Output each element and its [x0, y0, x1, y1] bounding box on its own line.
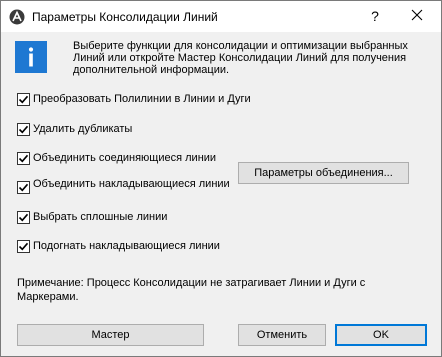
option-merge-overlapping[interactable]: Объединить накладывающиеся линии [17, 178, 233, 194]
consolidation-dialog: Параметры Консолидации Линий ? Выберите … [0, 0, 442, 357]
option-label: Удалить дубликаты [33, 123, 133, 135]
checkbox[interactable] [17, 181, 30, 194]
option-label: Подогнать накладывающиеся линии [33, 240, 220, 252]
option-label: Выбрать сплошные линии [33, 211, 168, 223]
wizard-button[interactable]: Мастер [17, 324, 204, 346]
note-text: Примечание: Процесс Консолидации не затр… [17, 277, 366, 303]
option-merge-connecting[interactable]: Объединить соединяющиеся линии [17, 152, 216, 165]
checkmark-icon [18, 154, 29, 163]
option-convert-polylines[interactable]: Преобразовать Полилинии в Линии и Дуги [17, 93, 251, 106]
merge-params-button[interactable]: Параметры объединения... [238, 162, 409, 184]
checkmark-icon [18, 125, 29, 134]
option-select-solid[interactable]: Выбрать сплошные линии [17, 211, 167, 224]
option-label: Объединить соединяющиеся линии [33, 152, 217, 164]
checkbox[interactable] [17, 152, 30, 165]
checkbox[interactable] [17, 123, 30, 136]
checkmark-icon [18, 213, 29, 222]
option-label: Объединить накладывающиеся линии [33, 178, 230, 190]
option-delete-duplicates[interactable]: Удалить дубликаты [17, 123, 132, 136]
window-title: Параметры Консолидации Линий [32, 10, 218, 24]
intro-text: Выберите функции для консолидации и опти… [73, 40, 408, 76]
help-button[interactable]: ? [361, 2, 389, 30]
ok-button[interactable]: OK [335, 324, 427, 346]
checkmark-icon [18, 183, 29, 192]
checkbox[interactable] [17, 240, 30, 253]
checkmark-icon [18, 242, 29, 251]
close-button[interactable] [401, 2, 433, 30]
option-label: Преобразовать Полилинии в Линии и Дуги [33, 93, 251, 105]
checkbox[interactable] [17, 211, 30, 224]
option-fit-overlapping[interactable]: Подогнать накладывающиеся линии [17, 240, 220, 253]
archicad-logo-icon [9, 9, 25, 25]
checkbox[interactable] [17, 93, 30, 106]
close-icon [411, 9, 423, 24]
cancel-button[interactable]: Отменить [238, 324, 326, 346]
checkmark-icon [18, 95, 29, 104]
info-icon [15, 41, 47, 73]
title-bar: Параметры Консолидации Линий ? [1, 1, 441, 32]
